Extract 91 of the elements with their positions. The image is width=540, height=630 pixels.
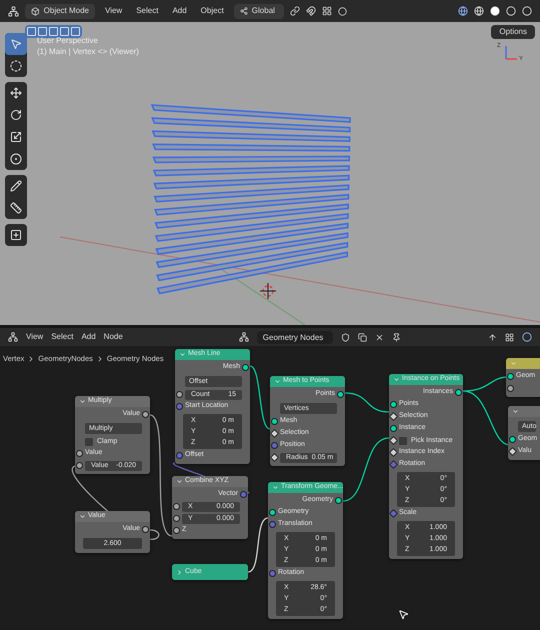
tool-icon (10, 60, 22, 72)
node-socket[interactable] (335, 497, 342, 504)
menu-item[interactable]: Select (132, 5, 162, 17)
node-socket[interactable] (389, 436, 398, 445)
editor-type-icon[interactable] (8, 332, 18, 342)
node-socket[interactable] (507, 385, 514, 392)
checkbox[interactable] (399, 437, 407, 445)
chevron-icon[interactable] (79, 398, 86, 405)
node-socket[interactable] (390, 401, 397, 408)
chevron-icon[interactable] (512, 408, 519, 415)
tool-icon (10, 229, 22, 241)
node-socket[interactable] (142, 526, 149, 533)
tool-icon (10, 180, 22, 192)
mode-dropdown[interactable]: Object Mode (25, 4, 95, 18)
node-socket[interactable] (390, 425, 397, 432)
node-socket[interactable] (142, 411, 149, 418)
tool-icon (10, 87, 22, 99)
orientation-dropdown[interactable]: Global (234, 4, 284, 18)
menu-item[interactable]: Object (196, 5, 228, 17)
pin-icon[interactable] (392, 332, 401, 342)
options-button[interactable]: Options (491, 25, 535, 39)
tool-icon (10, 109, 22, 121)
node-socket[interactable] (507, 373, 514, 380)
node-socket[interactable] (173, 515, 180, 522)
tool-icon (10, 153, 22, 165)
view-info: (1) Main | Vertex <> (Viewer) (37, 46, 139, 57)
menu-item[interactable]: View (101, 5, 126, 17)
node-socket[interactable] (240, 491, 247, 498)
node-wire (248, 517, 268, 573)
node-socket[interactable] (242, 364, 249, 371)
fake-user-icon[interactable] (340, 332, 350, 342)
menu-item[interactable]: View (26, 331, 44, 343)
node-socket[interactable] (509, 436, 516, 443)
editor-type-icon[interactable] (8, 6, 19, 16)
node-socket[interactable] (76, 450, 83, 457)
view-name: User Perspective (37, 35, 99, 46)
node-socket[interactable] (269, 521, 276, 528)
node-socket[interactable] (176, 452, 183, 459)
overlay-icon[interactable] (522, 332, 532, 342)
node-socket[interactable] (389, 460, 398, 469)
node-wire (342, 437, 390, 502)
proportional-icon[interactable] (338, 6, 347, 16)
node-socket[interactable] (389, 412, 398, 421)
node-socket[interactable] (389, 509, 398, 518)
orientation-icon (240, 7, 248, 15)
menu-item[interactable]: Add (81, 331, 96, 343)
grid-icon[interactable] (322, 6, 332, 16)
parent-icon[interactable] (488, 332, 497, 342)
snap-icon[interactable] (505, 332, 514, 342)
node-socket[interactable] (270, 453, 279, 462)
link-icon[interactable] (290, 6, 300, 16)
node-socket[interactable] (271, 442, 278, 449)
duplicate-icon[interactable] (358, 332, 367, 342)
checkbox[interactable] (85, 438, 93, 446)
node-socket[interactable] (76, 462, 83, 469)
node-socket[interactable] (269, 570, 276, 577)
material-shading-icon[interactable] (506, 6, 516, 16)
rendered-shading-icon[interactable] (522, 6, 532, 16)
node-socket[interactable] (337, 391, 344, 398)
cursor-3d-icon (260, 282, 276, 300)
node-wire (250, 365, 270, 430)
overlay-icon[interactable] (458, 6, 468, 16)
tool-icon (10, 38, 22, 50)
magnet-icon[interactable] (306, 6, 316, 16)
wireframe-icon[interactable] (474, 6, 484, 16)
menu-item[interactable]: Select (51, 331, 74, 343)
node-socket[interactable] (173, 527, 180, 534)
node-tree-icon[interactable] (238, 332, 249, 342)
node-socket[interactable] (270, 429, 279, 438)
node-socket[interactable] (173, 503, 180, 510)
tool-icon (10, 131, 22, 143)
menu-item[interactable]: Node (104, 331, 123, 343)
node-socket[interactable] (271, 418, 278, 425)
chevron-icon[interactable] (176, 478, 183, 485)
menu-item[interactable]: Add (168, 5, 191, 17)
cube-icon (31, 6, 40, 16)
select-mode-group[interactable] (25, 25, 82, 38)
mouse-pointer-icon (398, 609, 409, 620)
node-socket[interactable] (508, 447, 517, 456)
node-socket[interactable] (455, 389, 462, 396)
chevron-icon[interactable] (79, 513, 86, 520)
tool-icon (10, 202, 22, 214)
close-icon[interactable] (374, 332, 384, 342)
node-socket[interactable] (269, 509, 276, 516)
node-wire (344, 392, 390, 413)
solid-shading-icon[interactable] (490, 6, 500, 16)
node-socket[interactable] (176, 403, 183, 410)
node-socket[interactable] (176, 391, 183, 398)
node-tree-field[interactable]: Geometry Nodes (256, 330, 333, 344)
tool-button[interactable] (5, 33, 27, 55)
node-socket[interactable] (389, 448, 398, 457)
